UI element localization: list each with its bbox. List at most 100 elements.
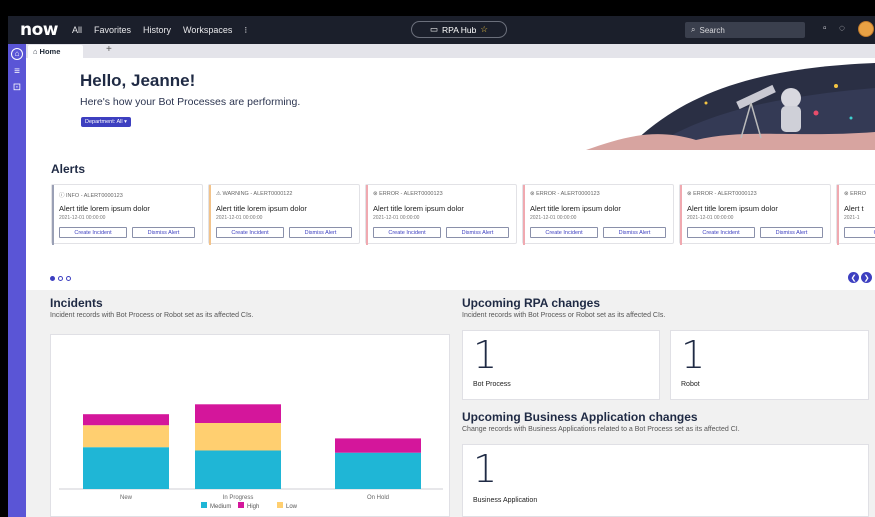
bot-process-label: Bot Process xyxy=(473,381,511,388)
left-sidebar: ⌂ ≡ ⊡ xyxy=(8,44,26,517)
dismiss-alert-button[interactable]: Dismiss Alert xyxy=(760,227,823,238)
add-tab-button[interactable]: + xyxy=(106,44,112,55)
x-axis-label: New xyxy=(120,495,133,501)
create-incident-button[interactable]: Create Incident xyxy=(59,227,127,238)
bar-high-on-hold[interactable] xyxy=(335,438,421,453)
nav-favorites[interactable]: Favorites xyxy=(94,25,131,35)
create-incident-button[interactable]: Create Incident xyxy=(216,227,284,238)
legend-swatch-low xyxy=(277,502,283,508)
search-icon: ⌕ xyxy=(691,25,696,34)
robot-stat-card[interactable]: 1 Robot xyxy=(670,330,869,400)
alert-date: 2021-1 xyxy=(844,215,860,221)
inbox-icon[interactable]: ⊡ xyxy=(11,82,23,94)
alert-header: ⚠ WARNING - ALERT0000122 xyxy=(216,191,293,197)
home-tab-icon: ⌂ xyxy=(33,47,38,56)
bar-medium-new[interactable] xyxy=(83,447,169,489)
welcome-banner: Hello, Jeanne! Here's how your Bot Proce… xyxy=(26,58,875,150)
carousel-pagination xyxy=(50,276,71,281)
legend-label-medium[interactable]: Medium xyxy=(210,504,231,510)
incidents-chart: New In Progress On Hold Medium High Low xyxy=(59,404,443,510)
create-incident-button[interactable]: Cre xyxy=(844,227,875,238)
nav-workspaces[interactable]: Workspaces xyxy=(183,25,232,35)
astronaut-illustration xyxy=(586,63,875,150)
alert-title: Alert title lorem ipsum dolor xyxy=(530,204,621,213)
department-filter-button[interactable]: Department: All ▾ xyxy=(81,117,131,127)
bot-process-stat-card[interactable]: 1 Bot Process xyxy=(462,330,660,400)
chat-icon[interactable]: ▫ xyxy=(823,23,827,35)
bar-low-in-progress[interactable] xyxy=(195,423,281,451)
carousel-prev-button[interactable]: ❮ xyxy=(848,272,859,283)
bar-low-new[interactable] xyxy=(83,425,169,448)
alert-date: 2021-12-01 00:00:00 xyxy=(530,215,577,221)
incidents-chart-panel: New In Progress On Hold Medium High Low xyxy=(50,334,450,517)
alert-date: 2021-12-01 00:00:00 xyxy=(59,215,106,221)
alert-card[interactable]: ⚠ WARNING - ALERT0000122 Alert title lore… xyxy=(208,184,360,245)
dismiss-alert-button[interactable]: Dismiss Alert xyxy=(289,227,352,238)
greeting-subtitle: Here's how your Bot Processes are perfor… xyxy=(80,96,301,108)
app-window: now All Favorites History Workspaces ⁝ ▭… xyxy=(8,16,875,517)
alerts-section: Alerts ⓘ INFO - ALERT0000123 Alert title … xyxy=(26,150,875,290)
user-avatar[interactable] xyxy=(858,21,874,37)
incidents-title: Incidents xyxy=(50,296,103,310)
create-incident-button[interactable]: Create Incident xyxy=(373,227,441,238)
alert-title: Alert title lorem ipsum dolor xyxy=(373,204,464,213)
create-incident-button[interactable]: Create Incident xyxy=(530,227,598,238)
alert-header: ⊗ ERROR - ALERT0000123 xyxy=(373,191,443,197)
alert-title: Alert t xyxy=(844,204,864,213)
pagination-dot-active[interactable] xyxy=(50,276,55,281)
dismiss-alert-button[interactable]: Dismiss Alert xyxy=(446,227,509,238)
business-application-count: 1 xyxy=(473,447,498,491)
nav-history[interactable]: History xyxy=(143,25,171,35)
legend-swatch-high xyxy=(238,502,244,508)
alert-card[interactable]: ⊗ ERROR - ALERT0000123 Alert title lorem … xyxy=(522,184,674,245)
business-application-label: Business Application xyxy=(473,497,538,504)
workspace-pill[interactable]: ▭ RPA Hub ☆ xyxy=(411,21,507,38)
alert-card[interactable]: ⊗ ERROR - ALERT0000123 Alert title lorem … xyxy=(365,184,517,245)
home-icon[interactable]: ⌂ xyxy=(11,48,23,60)
list-icon[interactable]: ≡ xyxy=(11,66,23,78)
alert-header: ⊗ ERRO xyxy=(844,191,867,197)
business-application-stat-card[interactable]: 1 Business Application xyxy=(462,444,869,517)
alert-card[interactable]: ⊗ ERRO Alert t 2021-1 Cre xyxy=(836,184,875,245)
tab-home[interactable]: ⌂ Home xyxy=(28,45,83,58)
alert-severity-stripe xyxy=(366,185,368,245)
rpa-changes-title: Upcoming RPA changes xyxy=(462,296,601,310)
alert-severity-stripe xyxy=(680,185,682,245)
alert-header: ⊗ ERROR - ALERT0000123 xyxy=(687,191,757,197)
alert-title: Alert title lorem ipsum dolor xyxy=(216,204,307,213)
dismiss-alert-button[interactable]: Dismiss Alert xyxy=(603,227,666,238)
alert-title: Alert title lorem ipsum dolor xyxy=(59,204,150,213)
bot-process-count: 1 xyxy=(473,333,498,377)
tab-home-label: Home xyxy=(39,47,61,56)
alert-date: 2021-12-01 00:00:00 xyxy=(373,215,420,221)
nav-all[interactable]: All xyxy=(72,25,82,35)
legend-swatch-medium xyxy=(201,502,207,508)
business-app-changes-subtitle: Change records with Business Application… xyxy=(462,426,740,433)
nav-more-icon[interactable]: ⁝ xyxy=(244,25,247,36)
pagination-dot[interactable] xyxy=(66,276,71,281)
pagination-dot[interactable] xyxy=(58,276,63,281)
alert-date: 2021-12-01 00:00:00 xyxy=(216,215,263,221)
help-icon[interactable]: ◌ xyxy=(839,23,845,35)
servicenow-logo[interactable]: now xyxy=(20,20,59,40)
bar-medium-on-hold[interactable] xyxy=(335,452,421,489)
alert-card[interactable]: ⊗ ERROR - ALERT0000123 Alert title lorem … xyxy=(679,184,831,245)
bar-medium-in-progress[interactable] xyxy=(195,450,281,490)
legend-label-high[interactable]: High xyxy=(247,504,259,510)
create-incident-button[interactable]: Create Incident xyxy=(687,227,755,238)
x-axis-label: On Hold xyxy=(367,495,389,501)
rpa-changes-subtitle: Incident records with Bot Process or Rob… xyxy=(462,312,666,319)
bar-high-new[interactable] xyxy=(83,414,169,426)
dismiss-alert-button[interactable]: Dismiss Alert xyxy=(132,227,195,238)
alert-severity-stripe xyxy=(209,185,211,245)
top-navigation: now All Favorites History Workspaces ⁝ ▭… xyxy=(8,16,875,44)
greeting-title: Hello, Jeanne! xyxy=(80,71,196,90)
carousel-next-button[interactable]: ❯ xyxy=(861,272,872,283)
alert-severity-stripe xyxy=(523,185,525,245)
star-icon[interactable]: ☆ xyxy=(480,24,488,35)
global-search-input[interactable]: ⌕ Search xyxy=(685,22,805,38)
bar-high-in-progress[interactable] xyxy=(195,404,281,423)
legend-label-low[interactable]: Low xyxy=(286,504,298,510)
alert-card[interactable]: ⓘ INFO - ALERT0000123 Alert title lorem i… xyxy=(51,184,203,245)
search-placeholder: Search xyxy=(699,25,725,35)
